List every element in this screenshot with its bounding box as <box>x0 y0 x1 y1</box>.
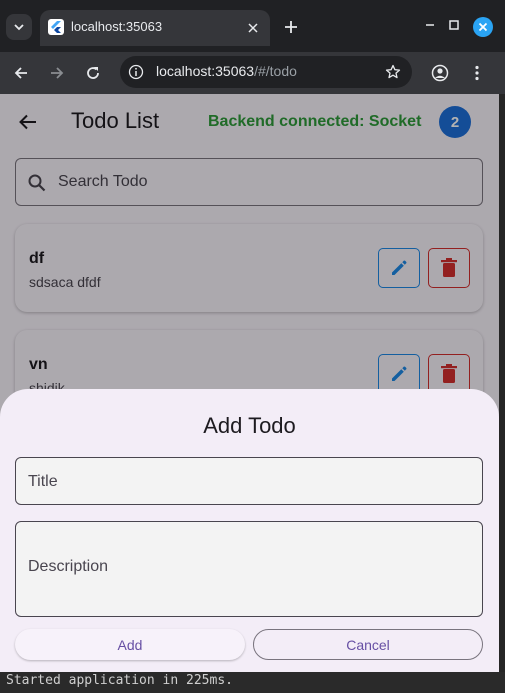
plus-icon <box>285 21 297 33</box>
browser-tab[interactable]: localhost:35063 <box>40 10 270 46</box>
flutter-icon <box>48 19 64 35</box>
chevron-down-icon <box>14 24 24 31</box>
maximize-button[interactable] <box>445 16 463 34</box>
description-input[interactable] <box>28 558 472 582</box>
tab-close-icon[interactable] <box>244 19 262 37</box>
url-path: /#/todo <box>254 63 297 79</box>
minimize-icon <box>426 24 434 26</box>
browser-menu-button[interactable] <box>465 61 489 85</box>
background-terminal: Started application in 225ms. <box>0 672 505 693</box>
cancel-button[interactable]: Cancel <box>253 629 483 660</box>
tab-title: localhost:35063 <box>71 19 163 34</box>
info-icon[interactable] <box>128 64 144 80</box>
star-icon[interactable] <box>384 63 402 81</box>
description-field[interactable] <box>15 521 483 617</box>
back-nav-button[interactable] <box>9 61 33 85</box>
tab-list-button[interactable] <box>6 14 32 40</box>
forward-nav-button[interactable] <box>45 61 69 85</box>
more-vert-icon <box>475 65 479 81</box>
account-icon <box>431 64 449 82</box>
title-input[interactable] <box>28 470 472 494</box>
close-icon <box>478 22 488 32</box>
background-window-edge <box>499 94 505 693</box>
new-tab-button[interactable] <box>280 16 302 38</box>
url-text: localhost:35063/#/todo <box>156 63 297 79</box>
reload-icon <box>87 67 99 79</box>
terminal-output: Started application in 225ms. <box>6 673 233 688</box>
sheet-title: Add Todo <box>203 413 296 438</box>
browser-toolbar: localhost:35063/#/todo <box>0 52 505 94</box>
window-close-button[interactable] <box>473 17 493 37</box>
arrow-right-icon <box>51 67 64 79</box>
page-viewport: Todo List Backend connected: Socket 2 df… <box>0 94 499 672</box>
profile-button[interactable] <box>428 61 452 85</box>
minimize-button[interactable] <box>421 16 439 34</box>
browser-tab-bar: localhost:35063 <box>0 0 505 52</box>
maximize-icon <box>449 20 459 30</box>
add-button[interactable]: Add <box>15 629 245 660</box>
url-host: localhost:35063 <box>156 63 255 79</box>
address-bar[interactable]: localhost:35063/#/todo <box>120 56 412 88</box>
add-todo-sheet: Add Todo Add Cancel <box>0 389 499 672</box>
title-field[interactable] <box>15 457 483 505</box>
arrow-left-icon <box>14 67 27 79</box>
reload-button[interactable] <box>81 61 105 85</box>
